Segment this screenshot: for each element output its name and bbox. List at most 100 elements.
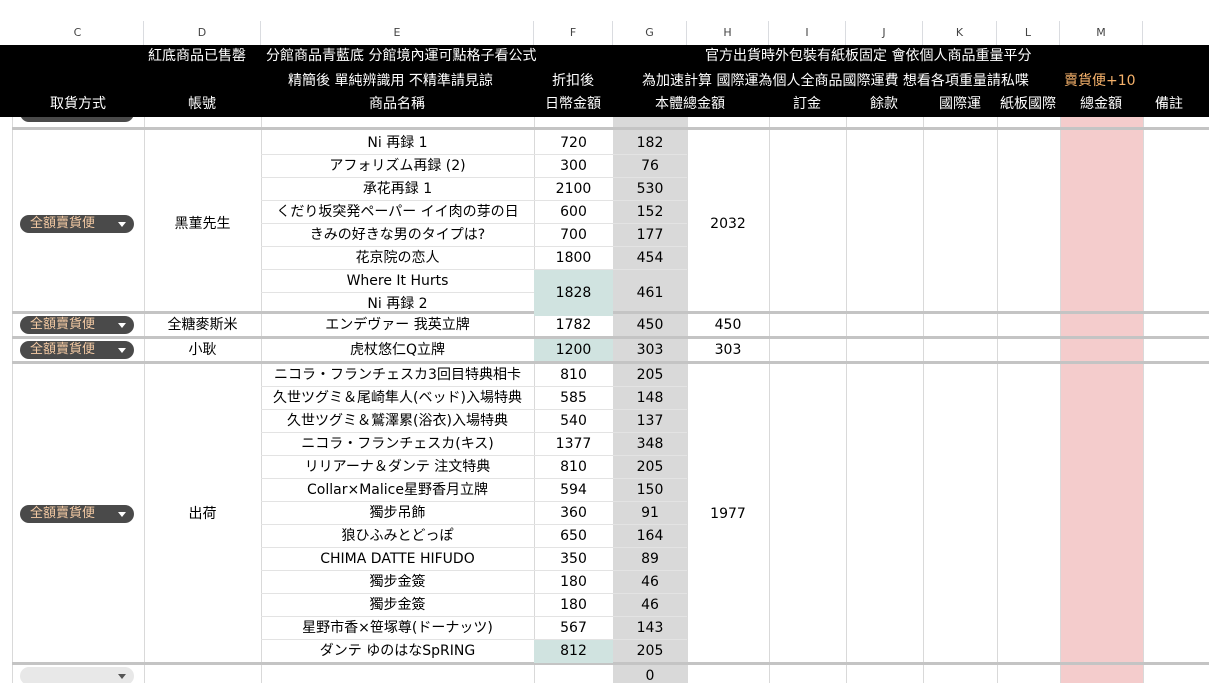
body-amount[interactable]: 91 — [613, 502, 687, 525]
body-total-amount[interactable]: 2032 — [687, 215, 769, 233]
body-amount[interactable]: 152 — [613, 201, 687, 224]
body-amount[interactable]: 164 — [613, 525, 687, 548]
column-letter-g[interactable]: G — [613, 21, 687, 45]
grid-col-line — [769, 117, 770, 683]
jpy-amount[interactable]: 360 — [534, 502, 613, 525]
sheet-header: 紅底商品已售罄 分館商品青藍底 分館境內運可點格子看公式 官方出貨時外包裝有紙板… — [0, 45, 1209, 117]
product-name[interactable]: ニコラ・フランチェスカ3回目特典相卡 — [261, 364, 534, 387]
product-name[interactable]: CHIMA DATTE HIFUDO — [261, 548, 534, 571]
account-name[interactable]: 出荷 — [144, 505, 261, 523]
column-letter-c[interactable]: C — [12, 21, 144, 45]
jpy-amount[interactable]: 1828 — [534, 270, 613, 316]
jpy-amount[interactable]: 585 — [534, 387, 613, 410]
product-name[interactable]: 承花再録 1 — [261, 178, 534, 201]
body-amount[interactable]: 205 — [613, 640, 687, 663]
jpy-amount[interactable]: 720 — [534, 132, 613, 155]
jpy-amount[interactable]: 1200 — [534, 339, 613, 361]
jpy-amount[interactable]: 567 — [534, 617, 613, 640]
product-name[interactable]: ニコラ・フランチェスカ(キス) — [261, 433, 534, 456]
product-name[interactable]: Where It Hurts — [261, 270, 534, 293]
column-letter-e[interactable]: E — [261, 21, 534, 45]
body-amount[interactable]: 205 — [613, 364, 687, 387]
product-name[interactable]: 花京院の恋人 — [261, 247, 534, 270]
jpy-amount[interactable]: 594 — [534, 479, 613, 502]
header-label-jpy: 日幣金額 — [545, 96, 601, 112]
product-name[interactable]: 狼ひふみとどっぽ — [261, 525, 534, 548]
jpy-amount[interactable]: 1782 — [534, 314, 613, 336]
body-amount[interactable]: 461 — [613, 270, 687, 316]
jpy-amount[interactable]: 180 — [534, 594, 613, 617]
body-amount[interactable]: 182 — [613, 132, 687, 155]
account-name[interactable]: 全糖麥斯米 — [144, 316, 261, 334]
product-name[interactable]: エンデヴァー 我英立牌 — [261, 314, 534, 336]
pickup-method-dropdown[interactable]: 全額賣貨便 — [20, 341, 134, 359]
jpy-amount[interactable]: 650 — [534, 525, 613, 548]
body-total-amount[interactable]: 450 — [687, 316, 769, 334]
column-letter-j[interactable]: J — [846, 21, 923, 45]
pickup-method-dropdown[interactable]: 全額賣貨便 — [20, 316, 134, 334]
product-name[interactable]: アフォリズム再録 (2) — [261, 155, 534, 178]
grand-total-column-bg — [1060, 117, 1143, 683]
jpy-amount[interactable]: 700 — [534, 224, 613, 247]
pickup-method-dropdown[interactable]: 全額賣貨便 — [20, 504, 134, 523]
jpy-amount[interactable]: 1377 — [534, 433, 613, 456]
grid-col-line — [997, 117, 998, 683]
column-letter-k[interactable]: K — [923, 21, 997, 45]
account-name[interactable]: 黑菫先生 — [144, 215, 261, 233]
jpy-amount[interactable]: 600 — [534, 201, 613, 224]
body-amount[interactable]: 205 — [613, 456, 687, 479]
product-name[interactable]: 久世ツグミ＆尾崎隼人(ベッド)入場特典 — [261, 387, 534, 410]
jpy-amount[interactable]: 2100 — [534, 178, 613, 201]
body-amount[interactable]: 143 — [613, 617, 687, 640]
pickup-method-dropdown[interactable]: 全額賣貨便 — [20, 215, 134, 233]
body-amount[interactable]: 530 — [613, 178, 687, 201]
product-name[interactable]: ダンテ ゆのはなSpRING — [261, 640, 534, 663]
body-total-amount[interactable]: 303 — [687, 341, 769, 359]
jpy-amount[interactable]: 540 — [534, 410, 613, 433]
jpy-amount[interactable]: 350 — [534, 548, 613, 571]
body-total-amount[interactable]: 1977 — [687, 505, 769, 523]
account-name[interactable]: 小耿 — [144, 341, 261, 359]
body-amount[interactable]: 0 — [613, 665, 687, 683]
sheet-grid[interactable]: 全額賣貨便 黑菫先生 2032 Ni 再録 1 720 182 アフォリズム再録 (2) 30… — [0, 117, 1209, 683]
body-amount[interactable]: 348 — [613, 433, 687, 456]
product-name[interactable]: くだり坂突発ペーパー イイ肉の芽の日 — [261, 201, 534, 224]
body-amount[interactable]: 177 — [613, 224, 687, 247]
body-amount[interactable]: 46 — [613, 571, 687, 594]
column-letter-bar: CDEFGHIJKLM — [0, 21, 1209, 46]
product-name[interactable]: 獨步金簽 — [261, 594, 534, 617]
pickup-dropdown-partial[interactable] — [20, 117, 134, 122]
product-name[interactable]: 久世ツグミ＆鷲澤累(浴衣)入場特典 — [261, 410, 534, 433]
body-amount[interactable]: 150 — [613, 479, 687, 502]
column-letter-f[interactable]: F — [534, 21, 613, 45]
jpy-amount[interactable]: 810 — [534, 364, 613, 387]
pickup-method-dropdown-empty[interactable] — [20, 667, 134, 683]
body-amount[interactable]: 76 — [613, 155, 687, 178]
body-amount[interactable]: 89 — [613, 548, 687, 571]
product-name[interactable]: 獨步金簽 — [261, 571, 534, 594]
product-name[interactable]: リリアーナ＆ダンテ 注文特典 — [261, 456, 534, 479]
body-amount[interactable]: 454 — [613, 247, 687, 270]
product-name[interactable]: Ni 再録 2 — [261, 293, 534, 316]
column-letter-h[interactable]: H — [687, 21, 769, 45]
column-letter-l[interactable]: L — [997, 21, 1060, 45]
column-letter-m[interactable]: M — [1060, 21, 1143, 45]
body-amount[interactable]: 303 — [613, 339, 687, 361]
jpy-amount[interactable]: 812 — [534, 640, 613, 663]
product-name[interactable]: 獨步吊飾 — [261, 502, 534, 525]
body-amount[interactable]: 450 — [613, 314, 687, 336]
jpy-amount[interactable]: 810 — [534, 456, 613, 479]
product-name[interactable]: 星野市香×笹塚尊(ドーナッツ) — [261, 617, 534, 640]
column-letter-i[interactable]: I — [769, 21, 846, 45]
product-name[interactable]: Ni 再録 1 — [261, 132, 534, 155]
jpy-amount[interactable]: 300 — [534, 155, 613, 178]
body-amount[interactable]: 46 — [613, 594, 687, 617]
column-letter-d[interactable]: D — [144, 21, 261, 45]
jpy-amount[interactable]: 1800 — [534, 247, 613, 270]
body-amount[interactable]: 137 — [613, 410, 687, 433]
product-name[interactable]: Collar×Malice星野香月立牌 — [261, 479, 534, 502]
jpy-amount[interactable]: 180 — [534, 571, 613, 594]
body-amount[interactable]: 148 — [613, 387, 687, 410]
product-name[interactable]: きみの好きな男のタイプは? — [261, 224, 534, 247]
product-name[interactable]: 虎杖悠仁Q立牌 — [261, 339, 534, 361]
